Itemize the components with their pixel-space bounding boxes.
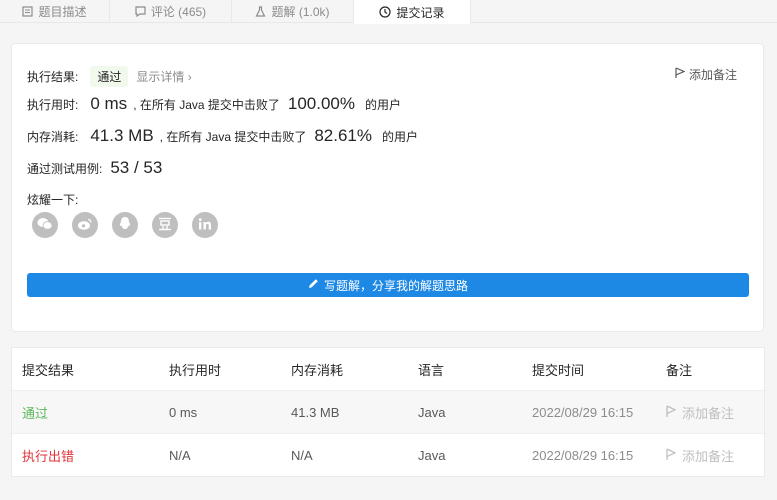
tab-bar: 题目描述 评论 (465) 题解 (1.0k) 提交记录 (0, 0, 777, 24)
runtime-row: 执行用时: 0 ms , 在所有 Java 提交中击败了 100.00% 的用户 (27, 94, 401, 114)
tab-label: 提交记录 (396, 5, 445, 20)
memory-value: 41.3 MB (90, 126, 154, 145)
share-wechat-button[interactable] (32, 212, 58, 238)
weibo-icon (77, 217, 93, 234)
share-douban-button[interactable] (152, 212, 178, 238)
flag-icon (666, 404, 682, 421)
pencil-icon (308, 278, 324, 292)
tab-label: 题目描述 (38, 5, 87, 19)
table-row: 执行出错 N/A N/A Java 2022/08/29 16:15 添加备注 (12, 434, 764, 477)
comment-icon (135, 6, 146, 17)
table-row: 通过 0 ms 41.3 MB Java 2022/08/29 16:15 添加… (12, 391, 764, 434)
row-add-note-button[interactable]: 添加备注 (666, 391, 734, 434)
row-language: Java (418, 405, 446, 420)
runtime-value: 0 ms (90, 94, 128, 113)
row-status-link[interactable]: 通过 (22, 391, 48, 434)
tab-description[interactable]: 题目描述 (0, 0, 110, 23)
clock-icon (379, 6, 392, 18)
row-status-link[interactable]: 执行出错 (22, 434, 74, 477)
memory-label: 内存消耗: (27, 130, 79, 144)
header-status: 提交结果 (22, 363, 75, 378)
linkedin-icon (198, 217, 212, 233)
row-runtime: N/A (169, 448, 191, 463)
share-linkedin-button[interactable] (192, 212, 218, 238)
share-label: 炫耀一下: (27, 193, 79, 207)
table-header: 提交结果 执行用时 内存消耗 语言 提交时间 备注 (12, 348, 764, 391)
row-submitted: 2022/08/29 16:15 (532, 405, 634, 420)
share-qq-button[interactable] (112, 212, 138, 238)
share-weibo-button[interactable] (72, 212, 98, 238)
exec-result-label: 执行结果: (27, 70, 79, 84)
result-card: 执行结果: 通过 显示详情 › 添加备注 执行用时: 0 ms , 在所有 Ja… (11, 43, 764, 332)
row-note-label: 添加备注 (682, 406, 735, 421)
flask-icon (255, 6, 266, 17)
share-icons (32, 212, 232, 238)
share-label-row: 炫耀一下: (27, 191, 78, 208)
document-icon (22, 6, 34, 17)
wechat-icon (37, 217, 53, 234)
header-submitted: 提交时间 (532, 363, 585, 378)
tab-submissions[interactable]: 提交记录 (353, 0, 471, 24)
tab-comments[interactable]: 评论 (465) (110, 0, 232, 23)
header-memory: 内存消耗 (291, 363, 344, 378)
write-solution-button[interactable]: 写题解，分享我的解题思路 (27, 273, 749, 297)
add-note-label: 添加备注 (688, 68, 737, 82)
qq-icon (118, 216, 132, 234)
memory-row: 内存消耗: 41.3 MB , 在所有 Java 提交中击败了 82.61% 的… (27, 126, 418, 146)
exec-result-row: 执行结果: 通过 显示详情 › (27, 66, 192, 87)
tab-label: 题解 (1.0k) (271, 5, 330, 19)
tab-label: 评论 (465) (150, 5, 207, 19)
header-note: 备注 (666, 363, 693, 378)
row-language: Java (418, 448, 446, 463)
row-memory: N/A (291, 448, 313, 463)
write-solution-label: 写题解，分享我的解题思路 (323, 278, 468, 293)
show-details-link[interactable]: 显示详情 › (136, 68, 191, 85)
runtime-label: 执行用时: (27, 98, 79, 112)
row-add-note-button[interactable]: 添加备注 (666, 434, 734, 477)
header-language: 语言 (418, 363, 445, 378)
runtime-desc: , 在所有 Java 提交中击败了 (133, 98, 280, 112)
flag-icon (666, 447, 682, 464)
test-cases-value: 53 / 53 (110, 158, 163, 177)
header-runtime: 执行用时 (169, 363, 222, 378)
memory-desc: , 在所有 Java 提交中击败了 (159, 130, 307, 144)
tab-solutions[interactable]: 题解 (1.0k) (232, 0, 354, 23)
test-cases-row: 通过测试用例: 53 / 53 (27, 158, 172, 178)
memory-suffix: 的用户 (382, 130, 419, 144)
test-cases-label: 通过测试用例: (27, 162, 103, 176)
row-note-label: 添加备注 (682, 449, 735, 464)
douban-icon (158, 217, 172, 234)
row-runtime: 0 ms (169, 405, 198, 420)
row-memory: 41.3 MB (291, 405, 340, 420)
row-submitted: 2022/08/29 16:15 (532, 448, 634, 463)
submissions-table: 提交结果 执行用时 内存消耗 语言 提交时间 备注 通过 0 ms 41.3 M… (11, 347, 765, 477)
status-badge: 通过 (90, 66, 129, 87)
runtime-suffix: 的用户 (365, 98, 402, 112)
add-note-button[interactable]: 添加备注 (675, 66, 737, 83)
runtime-percent: 100.00% (287, 94, 355, 113)
memory-percent: 82.61% (314, 126, 373, 145)
flag-icon (675, 67, 689, 82)
